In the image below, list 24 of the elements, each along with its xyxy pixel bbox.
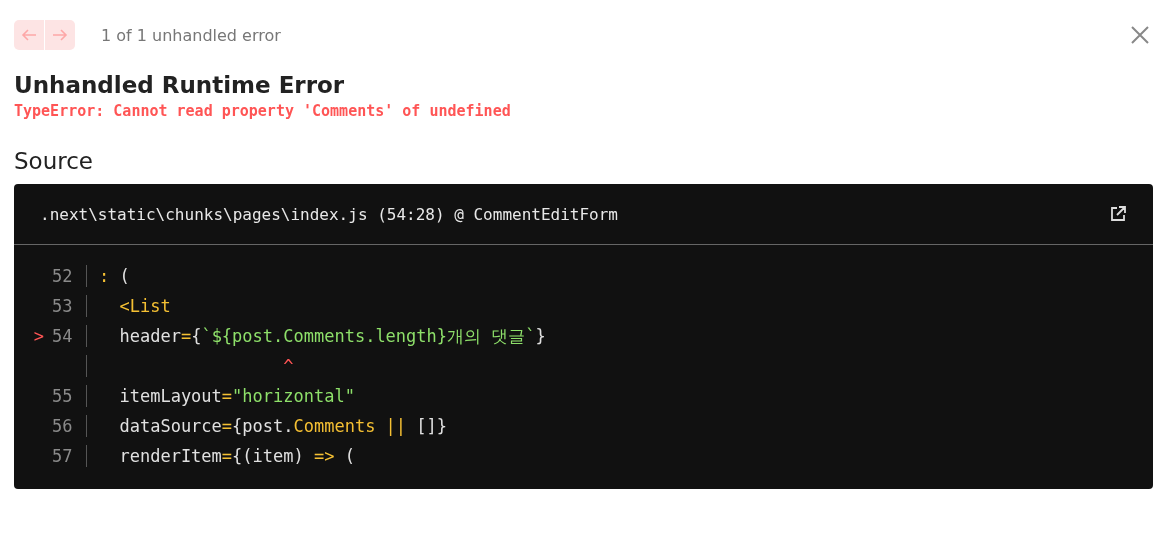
code-line: dataSource={post.Comments || []} <box>118 416 448 436</box>
error-message: TypeError: Cannot read property 'Comments' of undefined <box>14 102 512 120</box>
error-title: Unhandled Runtime Error <box>14 72 346 98</box>
line-number: 55 <box>52 386 73 406</box>
left-arrow-icon <box>21 29 37 41</box>
line-number: 56 <box>52 416 73 436</box>
file-path: .next\static\chunks\pages\index.js (54:28) @ CommentEditForm <box>40 204 618 224</box>
source-heading: Source <box>14 148 94 174</box>
close-icon <box>1131 26 1149 44</box>
line-number: 53 <box>52 296 73 316</box>
code-line: renderItem={(item) => ( <box>118 446 355 466</box>
code-line: header={`${post.Comments.length}개의 댓글`} <box>118 324 546 348</box>
code-line: : ( <box>99 266 130 286</box>
code-line: itemLayout="horizontal" <box>118 386 355 406</box>
line-number: 52 <box>52 266 73 286</box>
line-number: 57 <box>52 446 73 466</box>
error-counter: 1 of 1 unhandled error <box>101 25 282 45</box>
code-line: ^ <box>282 356 294 376</box>
external-link-icon <box>1109 205 1127 223</box>
open-in-editor-button[interactable] <box>1109 205 1127 223</box>
line-number: 54 <box>52 326 73 346</box>
right-arrow-icon <box>52 29 68 41</box>
error-line-marker: > <box>33 326 44 346</box>
code-line: <List <box>118 296 171 316</box>
